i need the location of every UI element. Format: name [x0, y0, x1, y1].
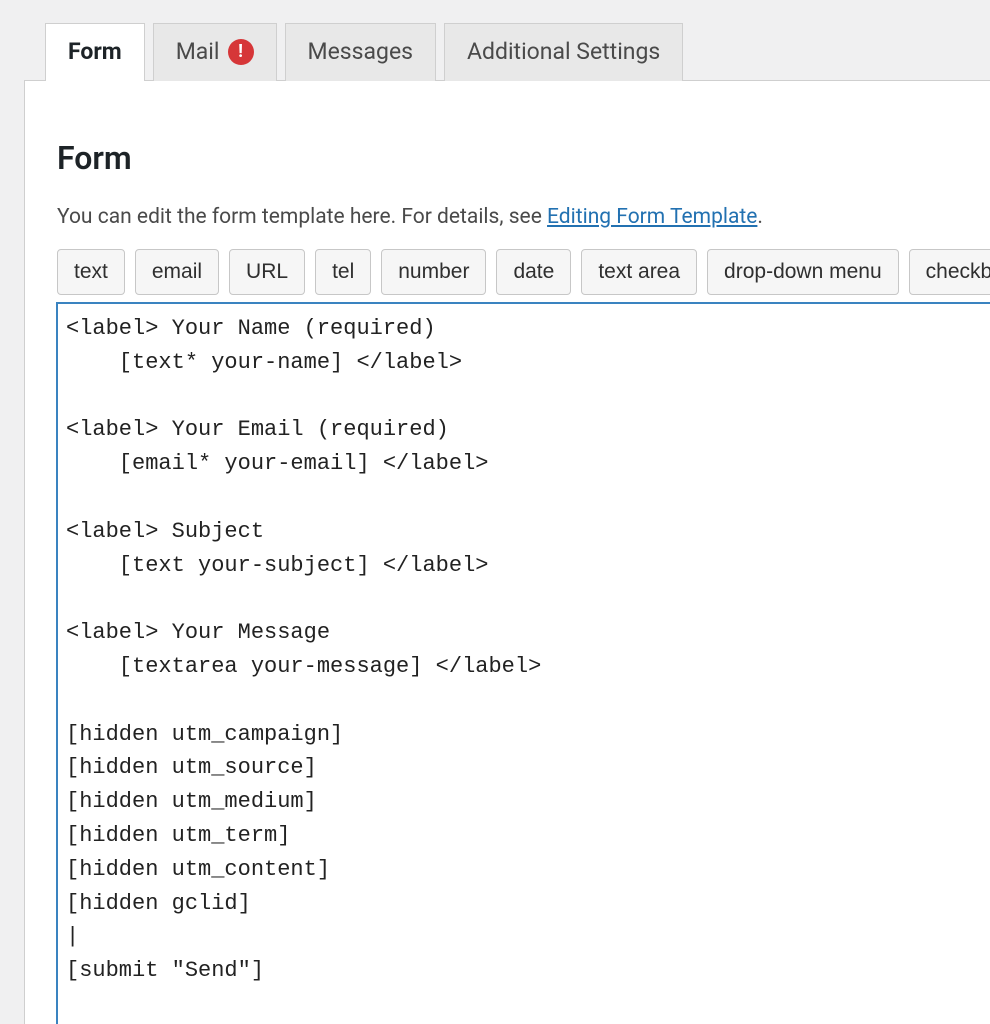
desc-text: You can edit the form template here. For… [57, 205, 547, 229]
form-panel: Form You can edit the form template here… [24, 80, 990, 1024]
form-template-textarea[interactable] [57, 303, 990, 1024]
tab-label: Form [68, 38, 122, 65]
desc-suffix: . [757, 205, 763, 229]
tag-generator-row: text email URL tel number date text area… [57, 249, 990, 295]
tabs: Form Mail ! Messages Additional Settings [45, 22, 990, 80]
tab-mail[interactable]: Mail ! [153, 23, 277, 81]
tab-label: Additional Settings [467, 38, 660, 65]
tab-label: Messages [308, 38, 414, 65]
panel-description: You can edit the form template here. For… [57, 205, 990, 229]
tag-dropdown-button[interactable]: drop-down menu [707, 249, 899, 295]
panel-heading: Form [57, 139, 990, 177]
tag-date-button[interactable]: date [496, 249, 571, 295]
tag-number-button[interactable]: number [381, 249, 486, 295]
tab-form[interactable]: Form [45, 23, 145, 81]
tag-checkbox-button[interactable]: checkb [909, 249, 990, 295]
tab-additional-settings[interactable]: Additional Settings [444, 23, 683, 81]
tag-text-button[interactable]: text [57, 249, 125, 295]
desc-link[interactable]: Editing Form Template [547, 205, 757, 229]
tab-label: Mail [176, 38, 220, 65]
tag-url-button[interactable]: URL [229, 249, 305, 295]
tag-email-button[interactable]: email [135, 249, 219, 295]
tag-textarea-button[interactable]: text area [581, 249, 697, 295]
tab-messages[interactable]: Messages [285, 23, 437, 81]
tag-tel-button[interactable]: tel [315, 249, 371, 295]
alert-icon: ! [228, 39, 254, 65]
